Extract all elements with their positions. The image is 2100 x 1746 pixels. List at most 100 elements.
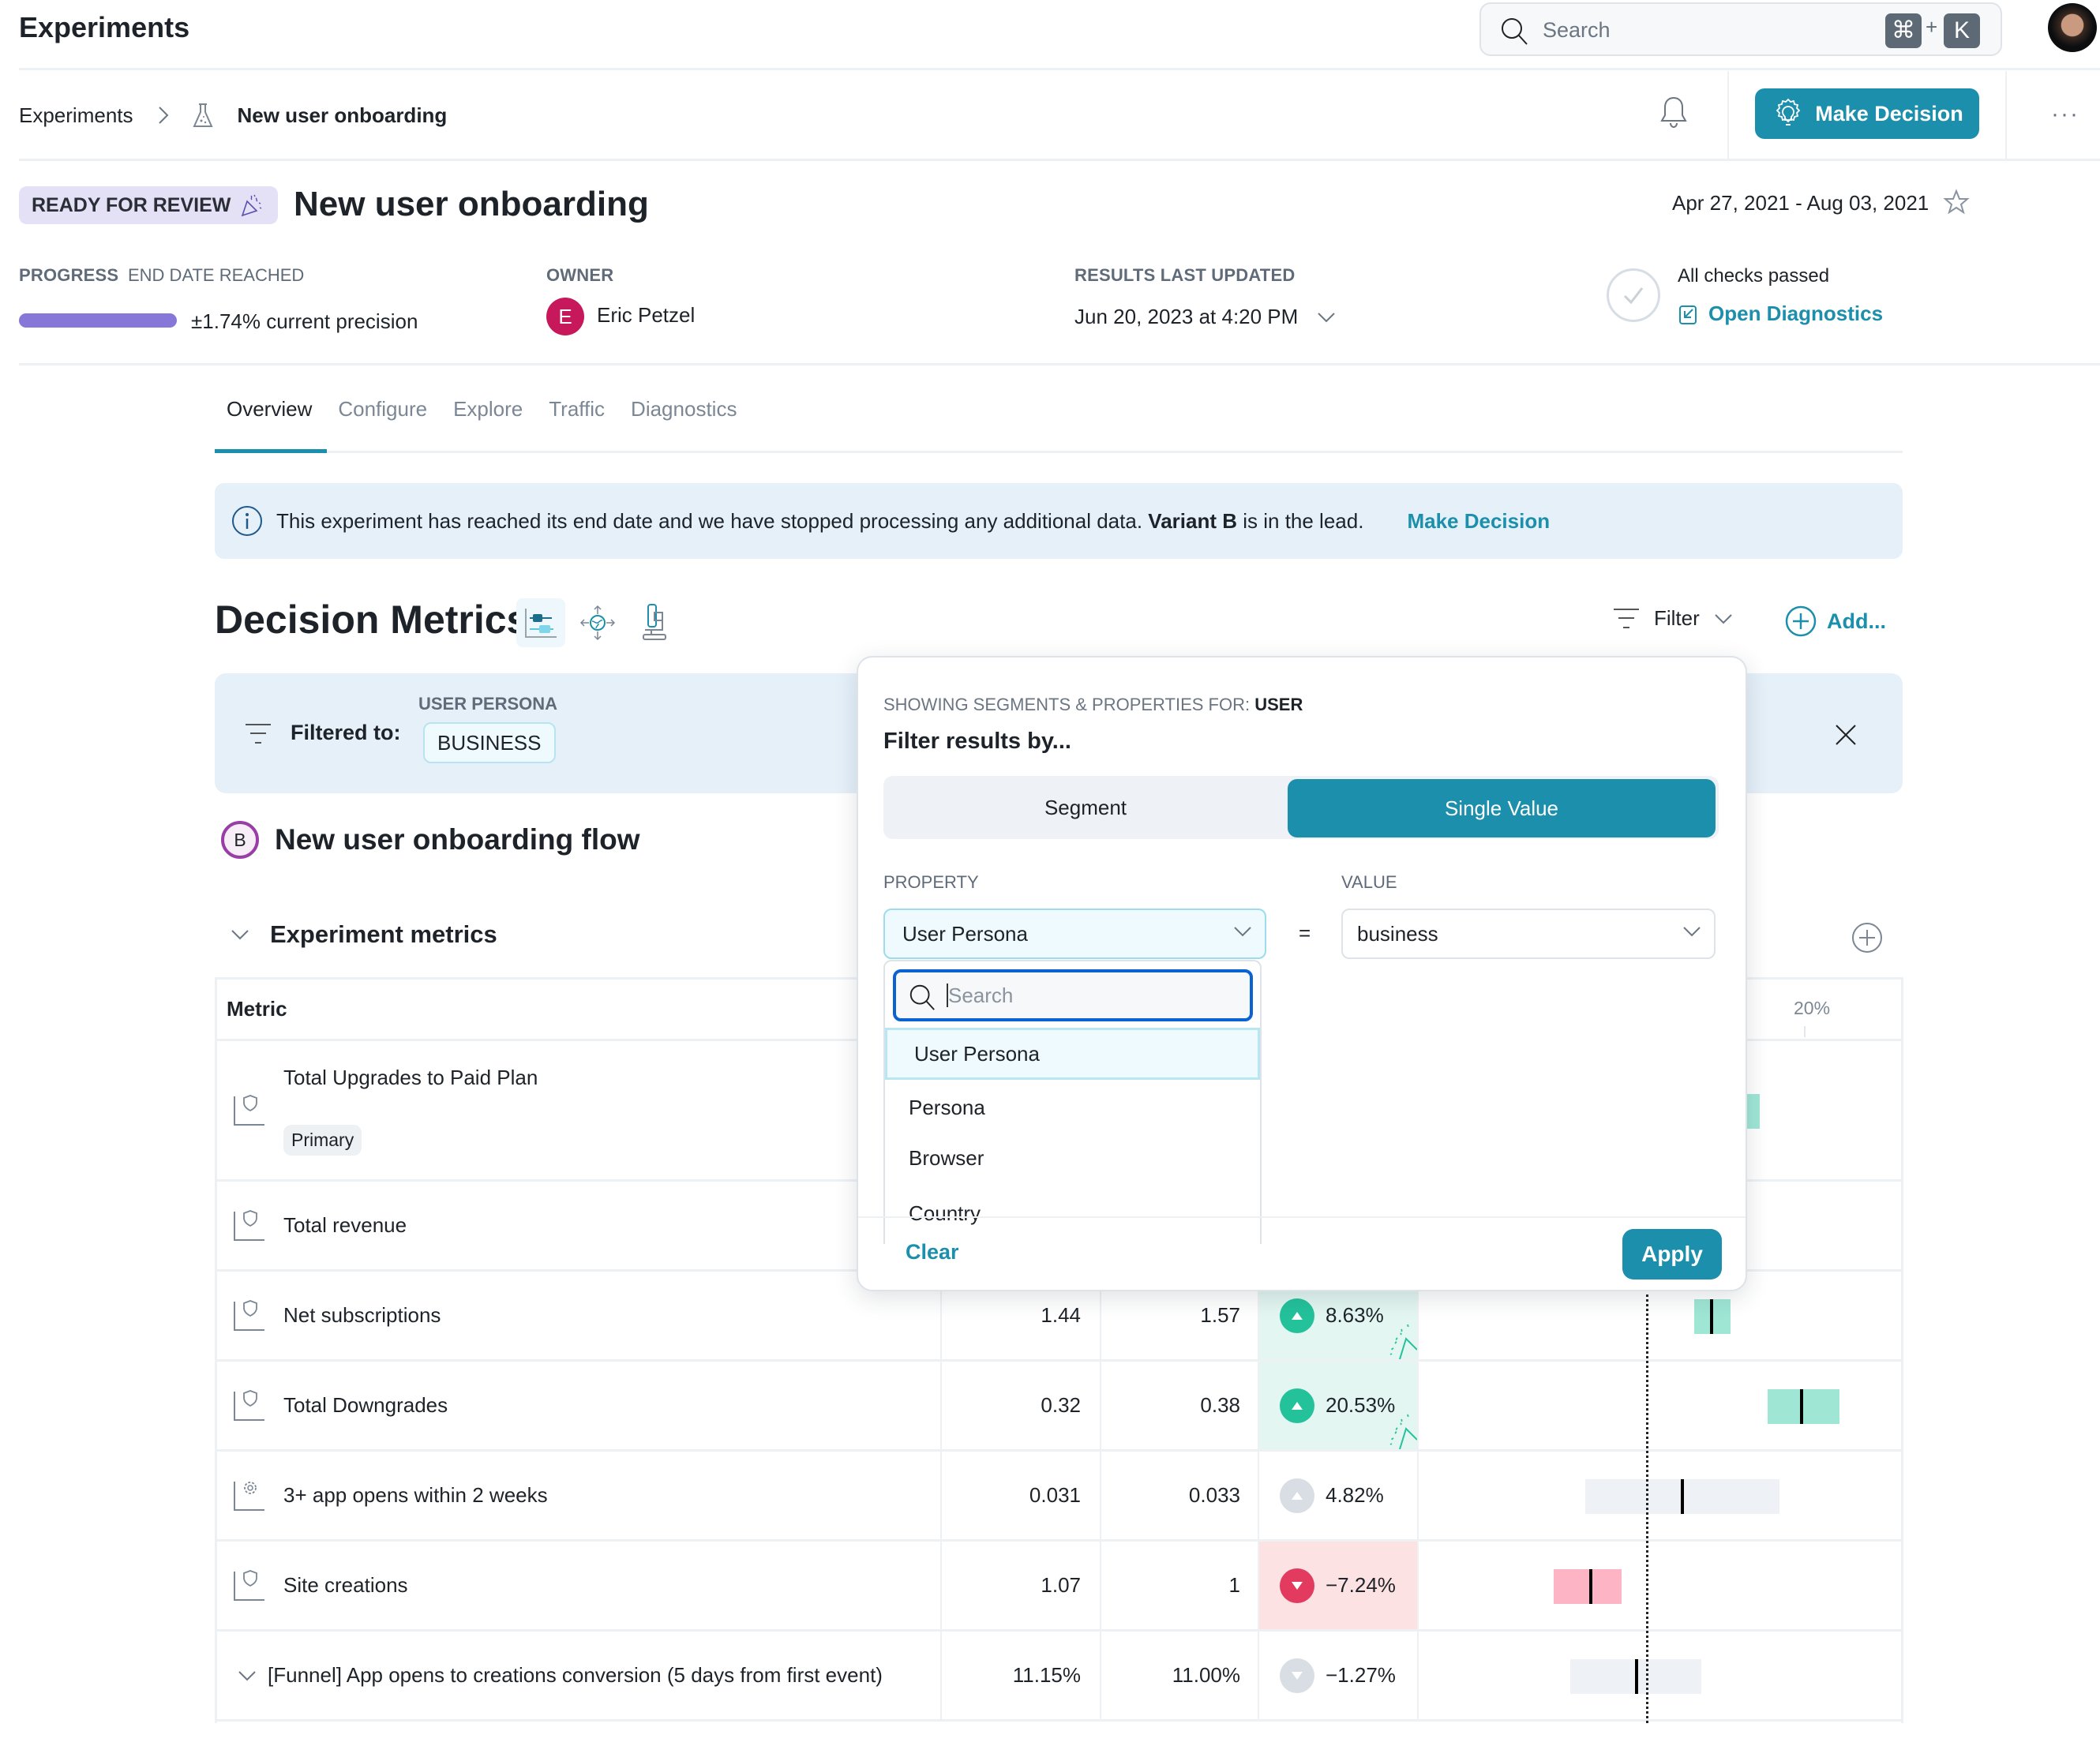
delta-value: 8.63% [1326,1303,1384,1327]
user-avatar[interactable] [2048,3,2097,52]
mean-marker [1800,1389,1804,1424]
dropdown-item-user-persona[interactable]: User Persona [885,1028,1260,1080]
experiment-title: New user onboarding [294,185,649,223]
close-icon[interactable] [1833,722,1858,747]
metric-name-cell: Total Upgrades to Paid Plan Primary [217,1041,940,1179]
tab-bar: Overview Configure Explore Traffic Diagn… [227,397,737,422]
metric-name[interactable]: Total Downgrades [283,1393,448,1418]
mean-marker [1681,1479,1685,1514]
add-label: Add... [1827,609,1886,633]
arrow-down-icon [1280,1658,1314,1693]
breadcrumb-experiments[interactable]: Experiments [19,103,133,128]
shield-icon [233,1298,266,1333]
delta-value: −7.24% [1326,1573,1396,1597]
control-value: 0.031 [1029,1483,1081,1507]
search-placeholder: Search [1543,18,1611,42]
single-value-option[interactable]: Single Value [1288,779,1716,837]
add-metric-button[interactable]: Add... [1784,605,1886,638]
view-ci-chart-button[interactable] [516,598,565,647]
delta-value: −1.27% [1326,1663,1396,1687]
bell-icon[interactable] [1658,95,1689,131]
shield-icon [233,1388,266,1423]
value-select[interactable]: business [1341,909,1716,959]
metric-name[interactable]: 3+ app opens within 2 weeks [283,1483,548,1508]
zero-reference-line [1646,1289,1648,1723]
star-icon[interactable] [1942,188,1971,216]
filter-mode-toggle: Segment Single Value [883,776,1719,839]
tab-traffic[interactable]: Traffic [549,397,605,422]
progress-bar [19,313,177,328]
property-label: PROPERTY [883,872,979,892]
table-row[interactable]: Site creations 1.07 1 −7.24% [217,1542,1901,1632]
tab-overview[interactable]: Overview [227,397,312,422]
variant-value: 0.033 [1188,1483,1240,1507]
dropdown-item-persona[interactable]: Persona [885,1081,1260,1133]
mean-marker [1709,1299,1713,1334]
shield-icon [233,1208,266,1243]
open-diagnostics-link[interactable]: Open Diagnostics [1678,302,1883,326]
popover-title: Filter results by... [883,729,1071,754]
gear-icon [233,1478,266,1513]
breadcrumb-current: New user onboarding [237,103,448,127]
banner-make-decision-link[interactable]: Make Decision [1407,509,1550,534]
property-select[interactable]: User Persona [883,909,1266,959]
dropdown-item-country[interactable]: Country [885,1187,1260,1239]
arrow-up-icon [1280,1298,1314,1333]
filter-value-chip[interactable]: BUSINESS [423,722,556,763]
clear-button[interactable]: Clear [906,1240,959,1265]
equals-sign: = [1299,921,1311,945]
filter-property-label: USER PERSONA [418,694,558,714]
metric-name-cell: Net subscriptions [217,1272,940,1359]
filter-icon [245,722,272,746]
apply-button[interactable]: Apply [1622,1229,1722,1280]
metric-name[interactable]: Net subscriptions [283,1303,441,1328]
chevron-right-icon [157,104,170,126]
global-search[interactable]: Search ⌘ + K [1479,2,2002,56]
add-metric-circle-button[interactable] [1851,921,1884,954]
popover-footer-divider [858,1216,1746,1218]
column-divider [1417,1542,1419,1629]
chevron-down-icon[interactable] [238,1670,257,1681]
experiment-metrics-toggle[interactable]: Experiment metrics [231,920,497,949]
metric-name[interactable]: Total revenue [283,1213,407,1238]
view-microscope-button[interactable] [630,598,679,647]
property-dropdown: Search User Persona Persona Browser Coun… [883,960,1262,1244]
dropdown-item-browser[interactable]: Browser [885,1132,1260,1184]
view-explore-button[interactable] [573,598,622,647]
k-key: K [1944,13,1980,48]
confidence-interval-bar[interactable] [1553,1569,1622,1604]
confidence-interval-bar[interactable] [1767,1389,1839,1424]
filter-button[interactable]: Filter [1613,606,1733,631]
metric-name[interactable]: Total Upgrades to Paid Plan [283,1066,538,1090]
confidence-interval-bar[interactable] [1570,1659,1702,1694]
confidence-interval-bar[interactable] [1694,1299,1731,1334]
shortcut-plus: + [1926,15,1938,39]
owner-name[interactable]: Eric Petzel [597,303,695,328]
control-value: 1.07 [1041,1573,1081,1597]
mean-marker [1589,1569,1593,1604]
table-row[interactable]: 3+ app opens within 2 weeks 0.031 0.033 4.8… [217,1452,1901,1542]
owner-avatar: E [546,298,584,335]
more-options-icon[interactable]: ··· [2051,101,2079,128]
confidence-interval-bar[interactable] [1585,1479,1779,1514]
make-decision-button[interactable]: Make Decision [1755,88,1979,139]
lightbulb-gear-icon [1771,96,1806,131]
tab-explore[interactable]: Explore [453,397,523,422]
metric-name-cell: [Funnel] App opens to creations conversi… [217,1632,940,1719]
popover-context: SHOWING SEGMENTS & PROPERTIES FOR: USER [883,695,1303,714]
relative-delta-cell: −7.24% [1259,1542,1417,1629]
table-row[interactable]: [Funnel] App opens to creations conversi… [217,1632,1901,1722]
tab-diagnostics[interactable]: Diagnostics [631,397,737,422]
tab-configure[interactable]: Configure [338,397,427,422]
metric-name[interactable]: Site creations [283,1573,408,1598]
metric-name[interactable]: [Funnel] App opens to creations conversi… [268,1663,883,1688]
divider [1727,71,1729,159]
dropdown-search-input[interactable]: Search [893,969,1253,1021]
mean-marker [1634,1659,1638,1694]
chevron-down-icon [1714,613,1733,624]
results-updated-select[interactable]: Jun 20, 2023 at 4:20 PM [1074,305,1336,329]
dropdown-search-placeholder: Search [948,984,1014,1007]
table-row[interactable]: Total Downgrades 0.32 0.38 20.53% [217,1362,1901,1452]
segment-option[interactable]: Segment [883,776,1288,839]
chevron-down-icon [1233,926,1252,937]
